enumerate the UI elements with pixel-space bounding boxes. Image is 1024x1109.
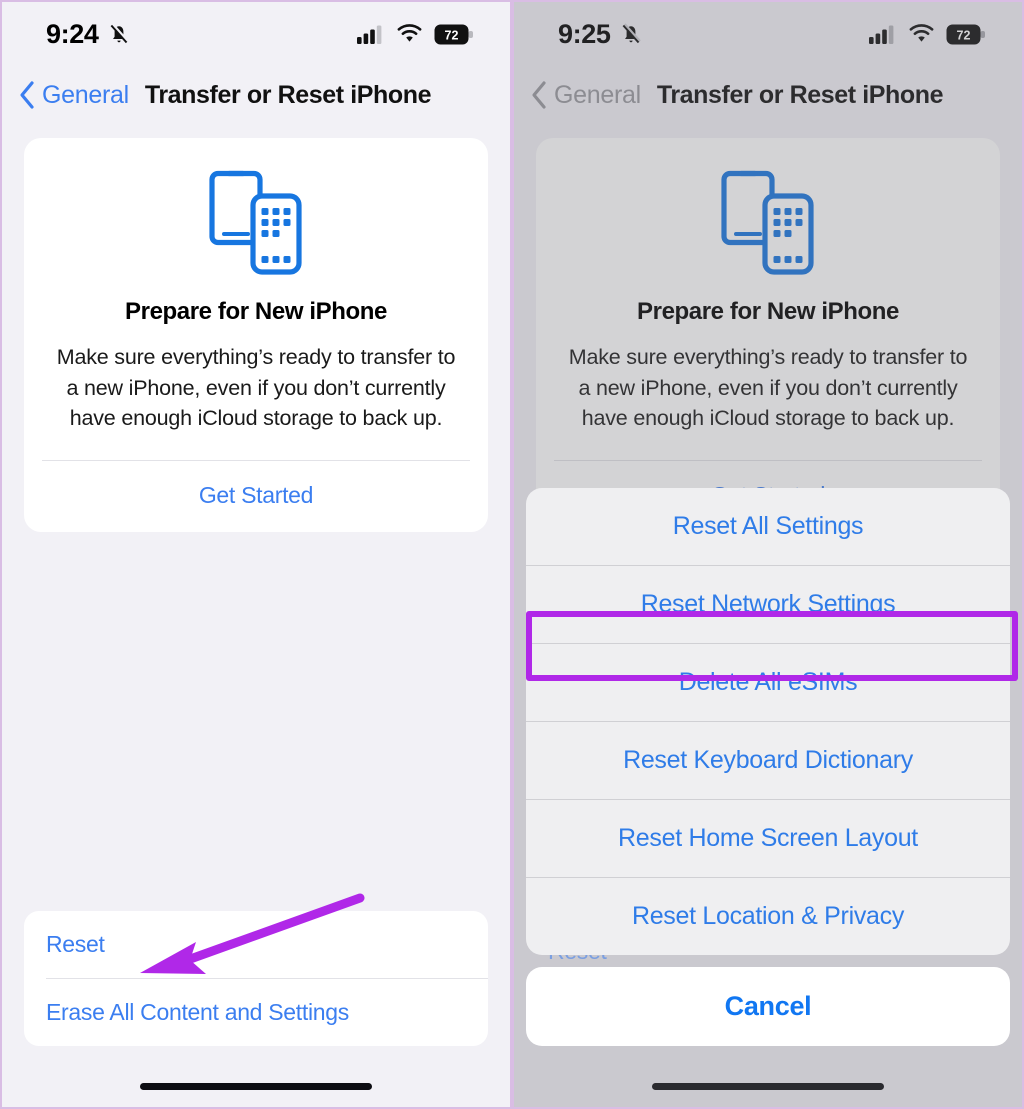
card-description: Make sure everything’s ready to transfer… xyxy=(568,345,968,431)
sheet-item-reset-home-screen-layout[interactable]: Reset Home Screen Layout xyxy=(526,800,1010,877)
reset-row[interactable]: Reset xyxy=(24,911,488,978)
left-phone-panel: 9:24 72 General Transfer or Reset iPhone… xyxy=(0,0,512,1109)
sheet-item-delete-all-esims[interactable]: Delete All eSIMs xyxy=(526,644,1010,721)
home-indicator xyxy=(140,1083,372,1090)
bell-slash-icon xyxy=(107,21,131,47)
svg-text:72: 72 xyxy=(957,28,971,42)
nav-bar: General Transfer or Reset iPhone xyxy=(514,66,1022,128)
sheet-item-reset-all-settings[interactable]: Reset All Settings xyxy=(526,488,1010,565)
back-button-label: General xyxy=(42,80,129,109)
status-bar-left: 9:24 xyxy=(46,19,131,50)
sheet-item-reset-network-settings[interactable]: Reset Network Settings xyxy=(526,566,1010,643)
clock-label: 9:24 xyxy=(46,18,99,49)
battery-icon: 72 xyxy=(946,24,986,45)
screenshot-stage: 9:24 72 General Transfer or Reset iPhone… xyxy=(0,0,1024,1109)
card-description: Make sure everything’s ready to transfer… xyxy=(56,345,456,431)
wifi-icon xyxy=(396,24,423,44)
page-title: Transfer or Reset iPhone xyxy=(144,80,432,109)
prepare-for-new-iphone-card: Prepare for New iPhone Make sure everyth… xyxy=(536,138,1000,532)
action-sheet-options-group: Reset All Settings Reset Network Setting… xyxy=(526,488,1010,955)
chevron-left-icon xyxy=(18,80,36,110)
right-phone-panel: 9:25 72 General Transfer or Reset iPhone… xyxy=(512,0,1024,1109)
status-bar: 9:24 72 xyxy=(2,2,510,66)
reset-action-sheet: Reset All Settings Reset Network Setting… xyxy=(526,488,1010,1046)
status-bar-right: 72 xyxy=(357,24,474,45)
reset-settings-group: Reset Erase All Content and Settings xyxy=(24,911,488,1046)
get-started-button[interactable]: Get Started xyxy=(24,461,488,532)
back-button[interactable]: General xyxy=(530,80,641,110)
status-bar-right: 72 xyxy=(869,24,986,45)
back-button-label: General xyxy=(554,80,641,109)
two-iphones-icon xyxy=(566,168,970,276)
page-title: Transfer or Reset iPhone xyxy=(656,80,944,109)
battery-icon: 72 xyxy=(434,24,474,45)
cellular-signal-icon xyxy=(869,24,897,44)
wifi-icon xyxy=(908,24,935,44)
card-body: Prepare for New iPhone Make sure everyth… xyxy=(24,138,488,460)
home-indicator xyxy=(652,1083,884,1090)
two-iphones-icon xyxy=(54,168,458,276)
clock-label: 9:25 xyxy=(558,18,611,49)
sheet-item-reset-location-privacy[interactable]: Reset Location & Privacy xyxy=(526,878,1010,955)
nav-bar: General Transfer or Reset iPhone xyxy=(2,66,510,128)
back-button[interactable]: General xyxy=(18,80,129,110)
card-body: Prepare for New iPhone Make sure everyth… xyxy=(536,138,1000,460)
card-title: Prepare for New iPhone xyxy=(125,298,387,325)
status-bar: 9:25 72 xyxy=(514,2,1022,66)
card-title: Prepare for New iPhone xyxy=(637,298,899,325)
sheet-item-reset-keyboard-dictionary[interactable]: Reset Keyboard Dictionary xyxy=(526,722,1010,799)
cancel-button[interactable]: Cancel xyxy=(526,967,1010,1046)
bell-slash-icon xyxy=(619,21,643,47)
erase-all-content-row[interactable]: Erase All Content and Settings xyxy=(24,979,488,1046)
chevron-left-icon xyxy=(530,80,548,110)
prepare-for-new-iphone-card: Prepare for New iPhone Make sure everyth… xyxy=(24,138,488,532)
status-bar-left: 9:25 xyxy=(558,19,643,50)
cellular-signal-icon xyxy=(357,24,385,44)
svg-text:72: 72 xyxy=(445,28,459,42)
